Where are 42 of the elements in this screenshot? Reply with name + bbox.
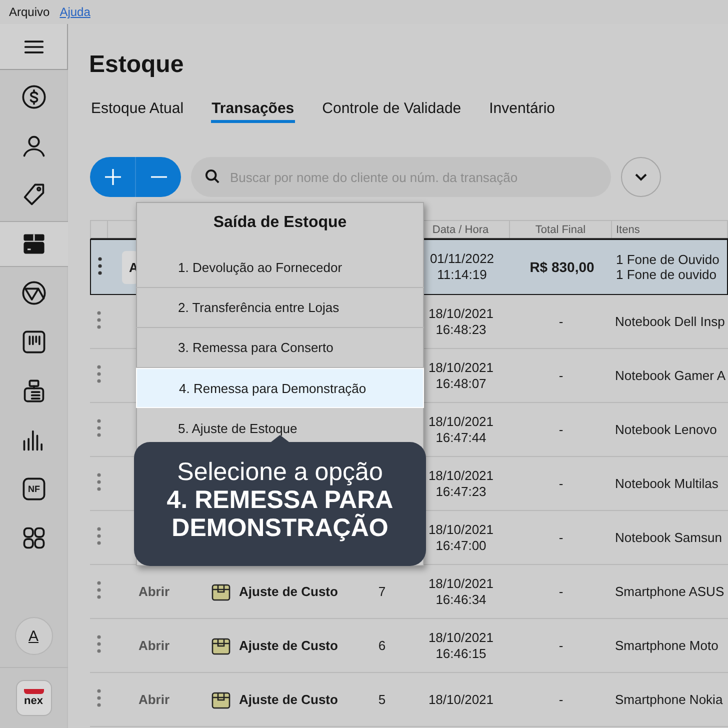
date-time: 01/11/2022 11:14:19 bbox=[428, 251, 496, 283]
item-text: Notebook Dell Insp bbox=[615, 314, 726, 329]
total-cell: - bbox=[558, 584, 564, 599]
total-cell: - bbox=[558, 530, 564, 545]
tooltip-emphasis: 4. REMESSA PARA DEMONSTRAÇÃO bbox=[166, 486, 394, 542]
column-header: Data / Hora bbox=[432, 224, 489, 236]
date-time: 18/10/2021 bbox=[427, 692, 495, 708]
table-cell: 5 bbox=[378, 692, 386, 707]
column-header: Total Final bbox=[535, 224, 586, 236]
tooltip-text: Selecione a opção bbox=[176, 458, 384, 486]
item-text: Smartphone Moto bbox=[615, 638, 720, 653]
transaction-type: Ajuste de Custo bbox=[239, 638, 338, 653]
date-time: 18/10/2021 16:46:15 bbox=[427, 630, 495, 662]
item-text: Smartphone Nokia bbox=[615, 692, 724, 707]
total-cell: R$ 830,00 bbox=[530, 259, 594, 275]
date-time: 18/10/2021 16:47:23 bbox=[427, 468, 495, 500]
total-cell: - bbox=[558, 476, 564, 491]
item-text: 1 Fone de Ouvido bbox=[616, 252, 720, 267]
item-text: Notebook Multilas bbox=[615, 476, 720, 491]
item-text: Smartphone ASUS bbox=[615, 584, 726, 599]
table-cell: 6 bbox=[378, 638, 386, 653]
item-text: Notebook Samsun bbox=[615, 530, 723, 545]
item-text: Notebook Lenovo bbox=[615, 422, 718, 437]
date-time: 18/10/2021 16:48:23 bbox=[427, 306, 495, 338]
column-header: Itens bbox=[616, 224, 640, 236]
item-text: 1 Fone de ouvido bbox=[616, 267, 718, 282]
total-cell: - bbox=[558, 314, 564, 329]
page-title: Estoque bbox=[89, 50, 185, 80]
transaction-type: Ajuste de Custo bbox=[239, 692, 338, 707]
item-text: Notebook Gamer A bbox=[615, 368, 727, 383]
invoice-icon: NF bbox=[21, 476, 47, 502]
total-cell: - bbox=[558, 422, 564, 437]
date-time: 18/10/2021 16:48:07 bbox=[427, 360, 495, 392]
popup-title: Saída de Estoque bbox=[212, 214, 348, 232]
total-cell: - bbox=[558, 368, 564, 383]
date-time: 18/10/2021 16:46:34 bbox=[427, 576, 495, 608]
transaction-type: Ajuste de Custo bbox=[239, 584, 338, 599]
date-time: 18/10/2021 16:47:44 bbox=[427, 414, 495, 446]
total-cell: - bbox=[558, 638, 564, 653]
table-cell: 7 bbox=[378, 584, 386, 599]
date-time: 18/10/2021 16:47:00 bbox=[427, 522, 495, 554]
total-cell: - bbox=[558, 692, 564, 707]
